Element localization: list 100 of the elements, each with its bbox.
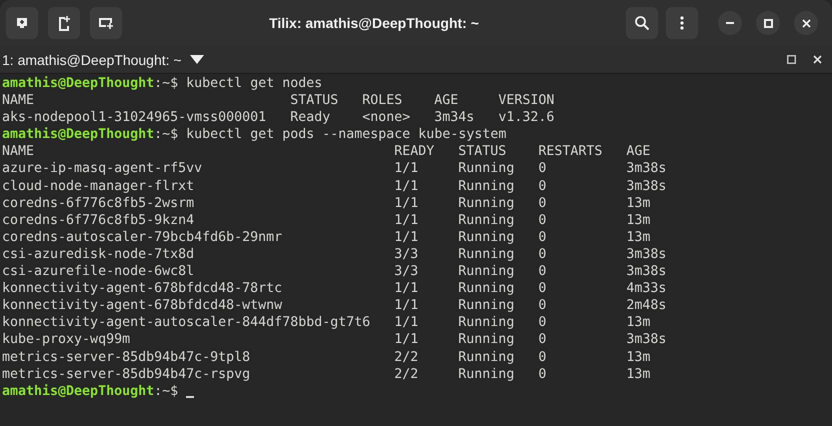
table-cell: v1.32.6 [498, 109, 554, 126]
minimize-icon [726, 22, 734, 24]
table-cell: Running [458, 228, 514, 246]
table-cell: cloud-node-manager-flrxt [2, 178, 194, 195]
add-terminal-icon [15, 16, 29, 30]
table-cell: 13m [626, 314, 650, 332]
menu-button[interactable] [666, 7, 698, 39]
table-cell: Running [458, 178, 514, 195]
close-button[interactable] [794, 11, 818, 35]
table-cell: 3m38s [626, 160, 666, 178]
table-cell: coredns-autoscaler-79bcb4fd6b-29nmr [2, 228, 282, 246]
table-cell: 3m38s [626, 246, 666, 264]
table-cell: Running [458, 194, 514, 212]
menu-icon [680, 16, 684, 30]
add-terminal-button[interactable] [6, 7, 38, 39]
table-cell: 1/1 [394, 212, 418, 229]
column-header: STATUS [290, 92, 338, 110]
table-cell: 0 [538, 297, 546, 314]
table-cell: 3m38s [626, 263, 666, 280]
table-cell: Running [458, 348, 514, 366]
column-header: RESTARTS [538, 143, 602, 160]
table-cell: 13m [626, 348, 650, 366]
table-cell: 0 [538, 212, 546, 229]
table-cell: 0 [538, 246, 546, 264]
table-cell: Running [458, 297, 514, 314]
table-cell: 1/1 [394, 331, 418, 348]
table-cell: Running [458, 263, 514, 280]
table-cell: Ready [290, 109, 330, 126]
table-cell: csi-azuredisk-node-7tx8d [2, 246, 194, 264]
table-cell: <none> [362, 109, 410, 126]
prompt-line: amathis@DeepThought:~$ kubectl get nodes [2, 75, 322, 92]
table-cell: 0 [538, 348, 546, 366]
table-cell: 3m34s [434, 109, 474, 126]
split-right-button[interactable] [48, 7, 80, 39]
minimize-button[interactable] [718, 11, 742, 35]
table-cell: 0 [538, 263, 546, 280]
table-cell: metrics-server-85db94b47c-rspvg [2, 366, 250, 383]
split-right-icon [57, 15, 71, 31]
table-cell: Running [458, 212, 514, 229]
table-cell: 0 [538, 331, 546, 348]
table-cell: 0 [538, 160, 546, 178]
column-header: NAME [2, 143, 34, 160]
table-cell: azure-ip-masq-agent-rf5vv [2, 160, 202, 178]
column-header: STATUS [458, 143, 506, 160]
maximize-button[interactable] [756, 11, 780, 35]
table-cell: 0 [538, 194, 546, 212]
table-cell: 0 [538, 366, 546, 383]
table-cell: 3m38s [626, 178, 666, 195]
column-header: AGE [626, 143, 650, 160]
table-cell: coredns-6f776c8fb5-2wsrm [2, 194, 194, 212]
search-button[interactable] [626, 7, 658, 39]
table-cell: Running [458, 314, 514, 332]
table-cell: 3/3 [394, 246, 418, 264]
column-header: AGE [434, 92, 458, 110]
table-cell: 1/1 [394, 228, 418, 246]
table-cell: aks-nodepool1-31024965-vmss000001 [2, 109, 266, 126]
table-cell: 1/1 [394, 160, 418, 178]
table-cell: 0 [538, 314, 546, 332]
column-header: NAME [2, 92, 34, 110]
table-cell: 2/2 [394, 348, 418, 366]
table-cell: 1/1 [394, 194, 418, 212]
maximize-icon [764, 18, 772, 28]
prompt-line: amathis@DeepThought:~$ [2, 382, 178, 400]
prompt-line: amathis@DeepThought:~$ kubectl get pods --namespace kube-system [2, 126, 506, 144]
table-cell: Running [458, 160, 514, 178]
split-down-button[interactable] [90, 7, 122, 39]
table-cell: 13m [626, 366, 650, 383]
table-cell: csi-azurefile-node-6wc8l [2, 263, 194, 280]
table-cell: Running [458, 280, 514, 298]
table-cell: 0 [538, 178, 546, 195]
table-cell: coredns-6f776c8fb5-9kzn4 [2, 212, 194, 229]
table-cell: 3m38s [626, 331, 666, 348]
table-cell: 1/1 [394, 280, 418, 298]
table-cell: konnectivity-agent-678bfdcd48-wtwnw [2, 297, 282, 314]
search-icon [634, 15, 650, 31]
dropdown-triangle-icon[interactable] [190, 55, 204, 64]
table-cell: Running [458, 331, 514, 348]
table-cell: metrics-server-85db94b47c-9tpl8 [2, 348, 250, 366]
window-title: Tilix: amathis@DeepThought: ~ [268, 15, 480, 31]
table-cell: 2/2 [394, 366, 418, 383]
column-header: ROLES [362, 92, 402, 110]
column-header: VERSION [498, 92, 554, 110]
table-cell: 1/1 [394, 178, 418, 195]
close-icon [802, 18, 810, 28]
table-cell: 4m33s [626, 280, 666, 298]
table-cell: konnectivity-agent-autoscaler-844df78bbd-gt7t6 [2, 314, 370, 332]
table-cell: Running [458, 246, 514, 264]
maximize-terminal-icon[interactable] [787, 55, 796, 64]
table-cell: 0 [538, 280, 546, 298]
table-cell: 13m [626, 194, 650, 212]
table-cell: 13m [626, 228, 650, 246]
split-down-icon [98, 17, 114, 29]
table-cell: Running [458, 366, 514, 383]
table-cell: 1/1 [394, 314, 418, 332]
close-terminal-icon[interactable] [813, 55, 822, 64]
table-cell: 0 [538, 228, 546, 246]
table-cell: konnectivity-agent-678bfdcd48-78rtc [2, 280, 282, 298]
session-title[interactable]: 1: amathis@DeepThought: ~ [2, 52, 182, 68]
table-cell: kube-proxy-wq99m [2, 331, 130, 348]
table-cell: 2m48s [626, 297, 666, 314]
